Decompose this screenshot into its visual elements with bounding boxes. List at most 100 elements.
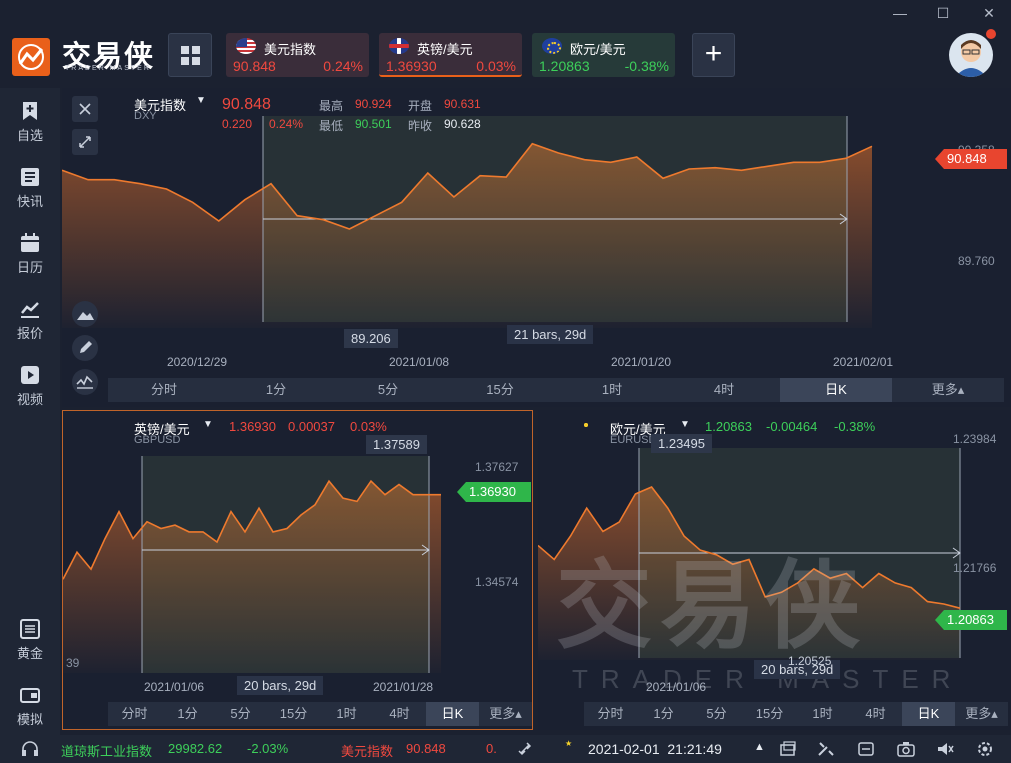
chart-type-button[interactable]: [72, 301, 98, 327]
tab-timeframe-4h[interactable]: 4时: [373, 702, 426, 726]
maximize-button[interactable]: ☐: [928, 2, 958, 24]
current-price-tag: 1.36930: [457, 482, 531, 502]
gear-icon[interactable]: [974, 740, 996, 758]
link-icon[interactable]: [516, 740, 536, 758]
ticker-eurusd[interactable]: 欧元/美元 1.20863 -0.38%: [532, 33, 675, 77]
tab-timeframe-5m[interactable]: 5分: [690, 702, 743, 726]
tab-timeframe-1h[interactable]: 1时: [556, 378, 668, 402]
sidebar-item-gold[interactable]: 黄金: [0, 608, 60, 668]
instrument-dropdown-icon[interactable]: ▼: [203, 419, 213, 430]
current-price-tag: 90.848: [935, 149, 1007, 169]
ticker-gbpusd[interactable]: 英镑/美元 1.36930 0.03%: [379, 33, 522, 77]
min-price-label: 1.20525: [788, 654, 832, 668]
instrument-code: DXY: [134, 110, 157, 122]
headset-icon[interactable]: [20, 740, 40, 758]
tab-timeframe-daily[interactable]: 日K: [426, 702, 479, 726]
range-measure-label: 21 bars, 29d: [507, 325, 594, 344]
status-dxy-cut: 0.: [486, 741, 497, 756]
sidebar-item-quotes[interactable]: 报价: [0, 288, 60, 348]
tab-timeframe-15m[interactable]: 15分: [743, 702, 796, 726]
x-axis-date: 2021/01/08: [389, 355, 450, 369]
close-chart-button[interactable]: [72, 96, 98, 122]
status-dxy-value: 90.848: [406, 741, 446, 756]
low-value: 90.501: [355, 117, 392, 131]
window-icon[interactable]: [778, 740, 798, 758]
ticker-price: 1.36930: [386, 58, 437, 74]
tab-timeframe-5m[interactable]: 5分: [214, 702, 267, 726]
timeframe-bar-gbp: 分时 1分 5分 15分 1时 4时 日K 更多▴: [108, 702, 532, 726]
tab-timeframe-daily[interactable]: 日K: [902, 702, 955, 726]
expand-chart-button[interactable]: [72, 129, 98, 155]
layout-grid-button[interactable]: [168, 33, 212, 77]
tab-timeframe-1h[interactable]: 1时: [796, 702, 849, 726]
settings-icon[interactable]: [856, 740, 876, 758]
sidebar-item-simulation[interactable]: 模拟: [0, 674, 60, 734]
sidebar-item-video[interactable]: 视频: [0, 354, 60, 414]
pencil-icon: [80, 341, 92, 353]
eu-flag-icon: [542, 38, 562, 54]
tab-timeframe-1h[interactable]: 1时: [320, 702, 373, 726]
ticker-name: 欧元/美元: [570, 42, 626, 57]
calendar-icon: [21, 233, 39, 252]
price-change: 0.00037: [288, 419, 335, 434]
sidebar-item-watchlist[interactable]: 自选: [0, 90, 60, 150]
tab-timeframe-15m[interactable]: 15分: [267, 702, 320, 726]
ticker-price: 90.848: [233, 58, 276, 74]
sidebar-item-calendar[interactable]: 日历: [0, 222, 60, 282]
instrument-dropdown-icon[interactable]: ▼: [196, 95, 206, 106]
tab-timeframe-1m[interactable]: 1分: [220, 378, 332, 402]
tab-timeframe-15m[interactable]: 15分: [444, 378, 556, 402]
sidebar-item-label: 日历: [16, 260, 43, 275]
low-label: 最低: [319, 119, 344, 133]
bookmark-plus-icon: [23, 102, 37, 120]
add-ticker-button[interactable]: +: [692, 33, 735, 77]
status-index-name[interactable]: 道琼斯工业指数: [61, 741, 152, 760]
tab-timeframe-4h[interactable]: 4时: [849, 702, 902, 726]
notification-dot: [986, 29, 996, 39]
x-axis-date: 2021/01/28: [373, 680, 434, 694]
ticker-pct: -0.38%: [624, 58, 669, 74]
avatar-icon: [955, 40, 987, 77]
close-window-button[interactable]: ✕: [974, 2, 1004, 24]
expand-up-icon[interactable]: ▲: [754, 741, 765, 753]
sidebar-item-label: 报价: [16, 326, 43, 341]
user-avatar[interactable]: [949, 33, 993, 77]
tab-timeframe-more[interactable]: 更多▴: [892, 378, 1004, 402]
x-axis-date: 2021/01/20: [611, 355, 672, 369]
tab-timeframe-more[interactable]: 更多▴: [955, 702, 1008, 726]
tab-timeframe-4h[interactable]: 4时: [668, 378, 780, 402]
open-label: 开盘: [408, 99, 433, 113]
sidebar-item-label: 快讯: [16, 194, 43, 209]
line-chart-icon: [21, 302, 39, 318]
range-measure-label: 20 bars, 29d: [237, 676, 324, 695]
sidebar-item-news[interactable]: 快讯: [0, 156, 60, 216]
tab-timeframe-more[interactable]: 更多▴: [479, 702, 532, 726]
camera-icon[interactable]: [896, 740, 916, 758]
tab-timeframe-tick[interactable]: 分时: [108, 378, 220, 402]
app-subtitle: TRADER MASTER: [65, 65, 151, 72]
status-datetime: 2021-02-01 21:21:49: [588, 741, 722, 757]
tab-timeframe-daily[interactable]: 日K: [780, 378, 892, 402]
tab-timeframe-tick[interactable]: 分时: [108, 702, 161, 726]
tab-timeframe-5m[interactable]: 5分: [332, 378, 444, 402]
tab-timeframe-1m[interactable]: 1分: [637, 702, 690, 726]
expand-icon: [79, 136, 91, 148]
indicator-button[interactable]: [72, 369, 98, 395]
max-price-label: 1.37589: [366, 435, 427, 454]
sidebar-item-label: 模拟: [16, 712, 43, 727]
current-price-tag: 1.20863: [935, 610, 1007, 630]
tab-timeframe-tick[interactable]: 分时: [584, 702, 637, 726]
tools-icon[interactable]: [816, 740, 836, 758]
mute-icon[interactable]: [935, 740, 955, 758]
y-axis-label: 1.34574: [475, 575, 519, 589]
instrument-dropdown-icon[interactable]: ▼: [680, 419, 690, 430]
status-dxy-name[interactable]: 美元指数: [341, 741, 393, 760]
ticker-dxy[interactable]: 美元指数 90.848 0.24%: [226, 33, 369, 77]
tab-timeframe-1m[interactable]: 1分: [161, 702, 214, 726]
high-label: 最高: [319, 99, 344, 113]
timeframe-bar-eur: 分时 1分 5分 15分 1时 4时 日K 更多▴: [584, 702, 1008, 726]
gold-icon: [20, 619, 40, 639]
ticker-pct: 0.03%: [476, 58, 516, 74]
draw-tool-button[interactable]: [72, 335, 98, 361]
minimize-button[interactable]: —: [885, 2, 915, 24]
